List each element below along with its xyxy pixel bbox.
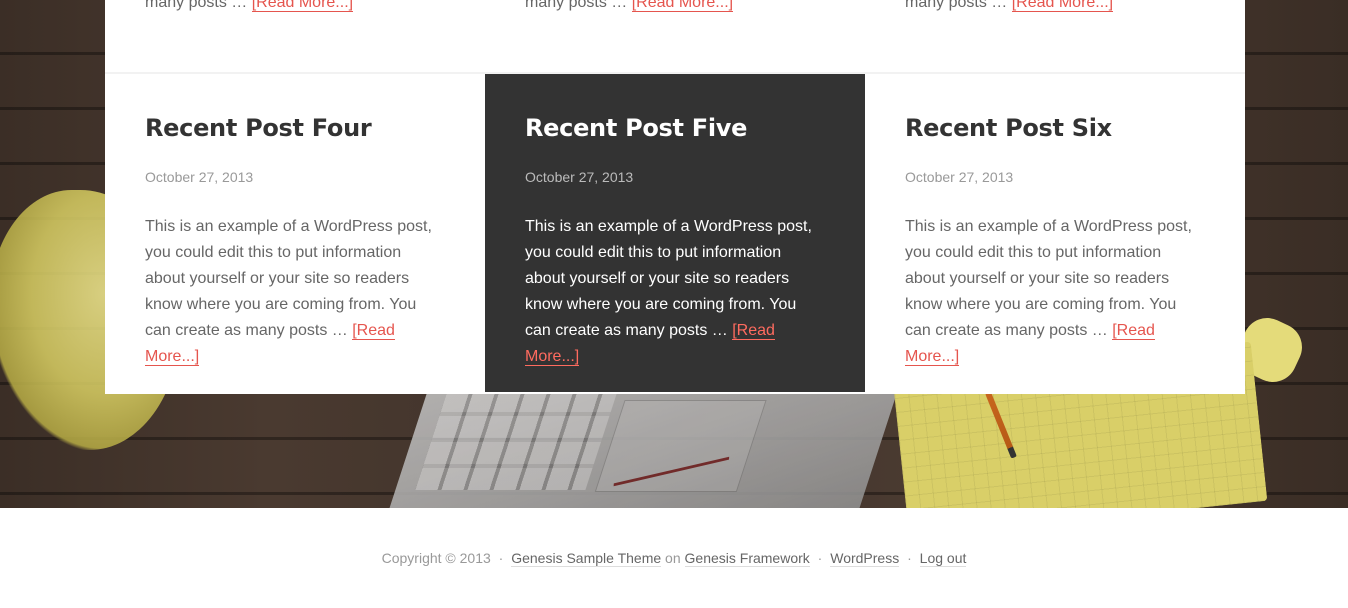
separator: · bbox=[907, 550, 912, 566]
excerpt-tail: many posts … [Read More...] bbox=[905, 0, 1114, 16]
posts-row: Recent Post Four October 27, 2013 This i… bbox=[105, 74, 1245, 394]
previous-post-tail: many posts … [Read More...] bbox=[865, 0, 1245, 72]
post-card-six: Recent Post Six October 27, 2013 This is… bbox=[865, 74, 1245, 394]
post-date: October 27, 2013 bbox=[905, 169, 1014, 185]
copyright-text: Copyright © 2013 bbox=[381, 550, 491, 566]
post-card-five: Recent Post Five October 27, 2013 This i… bbox=[485, 74, 865, 392]
keyboard-decoration bbox=[415, 380, 622, 490]
excerpt-tail: many posts … [Read More...] bbox=[145, 0, 354, 16]
genesis-framework-link[interactable]: Genesis Framework bbox=[684, 550, 810, 567]
trackpad-decoration bbox=[594, 400, 767, 492]
post-excerpt: This is an example of a WordPress post, … bbox=[525, 214, 825, 370]
post-title[interactable]: Recent Post Four bbox=[145, 74, 445, 144]
post-title[interactable]: Recent Post Six bbox=[905, 74, 1205, 144]
site-footer: Copyright © 2013 · Genesis Sample Theme … bbox=[0, 508, 1348, 608]
log-out-link[interactable]: Log out bbox=[919, 550, 967, 567]
post-excerpt-text: This is an example of a WordPress post, … bbox=[145, 218, 432, 339]
genesis-sample-theme-link[interactable]: Genesis Sample Theme bbox=[511, 550, 662, 567]
excerpt-tail-text: many posts … bbox=[905, 0, 1012, 11]
previous-post-tail: many posts … [Read More...] bbox=[105, 0, 485, 72]
read-more-link[interactable]: [Read More...] bbox=[251, 0, 354, 12]
post-date: October 27, 2013 bbox=[525, 169, 634, 185]
separator: · bbox=[498, 550, 504, 566]
read-more-link[interactable]: [Read More...] bbox=[631, 0, 734, 12]
on-text: on bbox=[665, 550, 681, 566]
post-date: October 27, 2013 bbox=[145, 169, 254, 185]
post-excerpt-text: This is an example of a WordPress post, … bbox=[905, 218, 1192, 339]
separator: · bbox=[817, 550, 823, 566]
read-more-link[interactable]: [Read More...] bbox=[1011, 0, 1114, 12]
excerpt-tail: many posts … [Read More...] bbox=[525, 0, 734, 16]
posts-row-previous: many posts … [Read More...] many posts …… bbox=[105, 0, 1245, 74]
post-excerpt: This is an example of a WordPress post, … bbox=[145, 214, 445, 370]
post-excerpt: This is an example of a WordPress post, … bbox=[905, 214, 1205, 370]
post-excerpt-text: This is an example of a WordPress post, … bbox=[525, 218, 812, 339]
excerpt-tail-text: many posts … bbox=[525, 0, 632, 11]
post-title[interactable]: Recent Post Five bbox=[525, 74, 825, 144]
previous-post-tail: many posts … [Read More...] bbox=[485, 0, 865, 72]
excerpt-tail-text: many posts … bbox=[145, 0, 252, 11]
wordpress-link[interactable]: WordPress bbox=[830, 550, 900, 567]
post-card-four: Recent Post Four October 27, 2013 This i… bbox=[105, 74, 485, 394]
